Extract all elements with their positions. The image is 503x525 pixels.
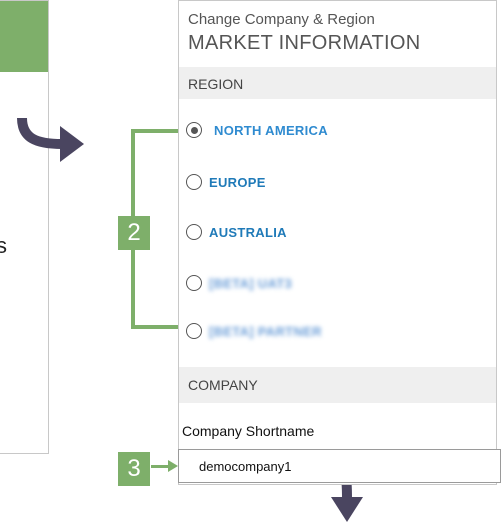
radio-unchecked-icon[interactable]	[186, 224, 202, 240]
region-option-label: AUSTRALIA	[209, 224, 287, 240]
region-option-beta-uat3[interactable]: [BETA] UAT3	[186, 271, 292, 295]
region-option-europe[interactable]: EUROPE	[186, 170, 266, 194]
region-option-beta-partner[interactable]: [BETA] PARTNER	[186, 319, 322, 343]
radio-checked-icon[interactable]	[186, 122, 202, 138]
company-shortname-input[interactable]	[178, 449, 501, 483]
region-option-australia[interactable]: AUSTRALIA	[186, 220, 287, 244]
radio-unchecked-icon[interactable]	[186, 174, 202, 190]
market-information-panel: Change Company & Region MARKET INFORMATI…	[178, 0, 497, 485]
region-radio-group: NORTH AMERICA EUROPE AUSTRALIA [BETA] UA…	[179, 1, 496, 339]
radio-unchecked-icon[interactable]	[186, 323, 202, 339]
region-option-label: EUROPE	[209, 174, 266, 190]
region-option-label: [BETA] UAT3	[209, 275, 292, 291]
step-badge-3: 3	[118, 452, 150, 486]
step-badge-2: 2	[118, 216, 150, 250]
previous-panel-text: s	[0, 233, 7, 258]
company-shortname-label: Company Shortname	[182, 423, 315, 439]
region-option-north-america[interactable]: NORTH AMERICA	[186, 118, 328, 142]
previous-panel: s	[0, 0, 49, 454]
radio-unchecked-icon[interactable]	[186, 275, 202, 291]
step-3-pointer-arrow-icon	[168, 460, 178, 472]
region-option-label: [BETA] PARTNER	[209, 323, 322, 339]
previous-panel-header	[0, 1, 48, 72]
company-section-header: COMPANY	[179, 367, 496, 403]
region-option-label: NORTH AMERICA	[214, 122, 328, 138]
